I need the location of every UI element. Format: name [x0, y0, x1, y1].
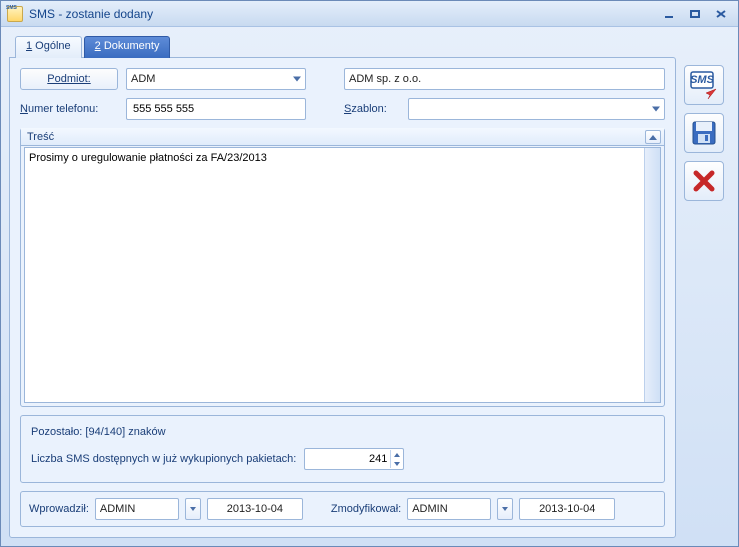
- maximize-button[interactable]: [684, 6, 706, 22]
- zmodyfikowal-dropdown[interactable]: [497, 498, 513, 520]
- tresc-group: Treść: [20, 128, 665, 407]
- zmodyfikowal-label: Zmodyfikował:: [331, 503, 401, 515]
- window-icon: [7, 6, 23, 22]
- titlebar: SMS - zostanie dodany: [1, 1, 738, 27]
- spinner-down[interactable]: [390, 459, 402, 468]
- szablon-label: Szablon:: [344, 103, 400, 115]
- tresc-legend: Treść: [21, 128, 664, 146]
- zmodyfikowal-user: ADMIN: [407, 498, 491, 520]
- numer-label: Numer telefonu:: [20, 103, 118, 115]
- tabstrip: 1 Ogólne 2 Dokumenty: [9, 35, 676, 57]
- podmiot-code-combo[interactable]: ADM: [126, 68, 306, 90]
- side-toolbar: SMS: [684, 35, 730, 538]
- minimize-button[interactable]: [658, 6, 680, 22]
- wprowadzil-user: ADMIN: [95, 498, 179, 520]
- podmiot-button[interactable]: Podmiot:: [20, 68, 118, 90]
- spinner-up[interactable]: [390, 450, 402, 459]
- pozostalo-label: Pozostało: [94/140] znaków: [31, 426, 654, 438]
- window-title: SMS - zostanie dodany: [29, 7, 153, 21]
- sms-window: SMS - zostanie dodany 1 Ogólne 2 Dokumen…: [0, 0, 739, 547]
- tab-documents[interactable]: 2 Dokumenty: [84, 36, 171, 58]
- chevron-down-icon: [293, 77, 301, 82]
- audit-row: Wprowadził: ADMIN 2013-10-04 Zmodyfikowa…: [20, 491, 665, 527]
- numer-input[interactable]: [126, 98, 306, 120]
- zmodyfikowal-date: 2013-10-04: [519, 498, 615, 520]
- szablon-combo[interactable]: [408, 98, 665, 120]
- tab-general[interactable]: 1 Ogólne: [15, 36, 82, 58]
- wprowadzil-date: 2013-10-04: [207, 498, 303, 520]
- close-button[interactable]: [710, 6, 732, 22]
- send-sms-button[interactable]: SMS: [684, 65, 724, 105]
- chevron-down-icon: [652, 107, 660, 112]
- delete-button[interactable]: [684, 161, 724, 201]
- podmiot-name-field[interactable]: ADM sp. z o.o.: [344, 68, 665, 90]
- wprowadzil-label: Wprowadził:: [29, 503, 89, 515]
- tresc-textarea[interactable]: [25, 148, 644, 402]
- scrollbar[interactable]: [644, 148, 660, 402]
- svg-text:SMS: SMS: [690, 74, 715, 86]
- liczba-sms-label: Liczba SMS dostępnych w już wykupionych …: [31, 453, 296, 465]
- liczba-sms-spinner[interactable]: 241: [304, 448, 404, 470]
- main-panel: Podmiot: ADM ADM sp. z o.o. Numer telefo…: [9, 57, 676, 538]
- save-button[interactable]: [684, 113, 724, 153]
- wprowadzil-dropdown[interactable]: [185, 498, 201, 520]
- footer-box: Pozostało: [94/140] znaków Liczba SMS do…: [20, 415, 665, 483]
- collapse-button[interactable]: [645, 130, 661, 144]
